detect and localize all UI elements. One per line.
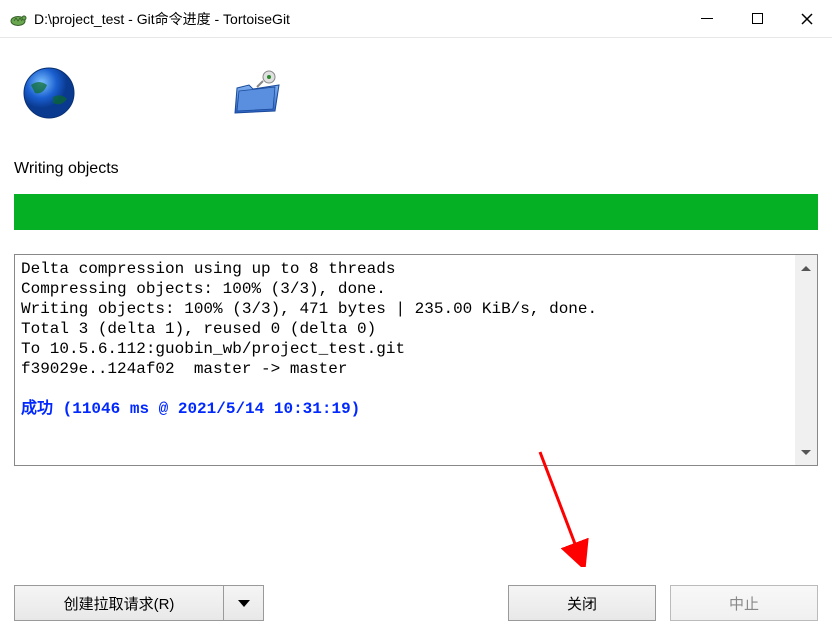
output-log: Delta compression using up to 8 threads … xyxy=(14,254,818,466)
window-controls xyxy=(682,0,832,38)
output-line: Compressing objects: 100% (3/3), done. xyxy=(21,280,386,298)
tortoise-icon xyxy=(8,9,28,29)
abort-button: 中止 xyxy=(670,585,818,621)
progress-bar xyxy=(14,194,818,230)
minimize-button[interactable] xyxy=(682,0,732,38)
window-title: D:\project_test - Git命令进度 - TortoiseGit xyxy=(34,9,682,29)
output-line: Writing objects: 100% (3/3), 471 bytes |… xyxy=(21,300,597,318)
globe-icon xyxy=(14,58,84,128)
folder-transfer-icon xyxy=(224,58,294,128)
output-line: Delta compression using up to 8 threads xyxy=(21,260,395,278)
success-detail: (11046 ms @ 2021/5/14 10:31:19) xyxy=(63,400,361,418)
output-line: f39029e..124af02 master -> master xyxy=(21,360,347,378)
output-scrollbar[interactable] xyxy=(795,255,817,465)
icon-row xyxy=(0,38,832,138)
close-button[interactable]: 关闭 xyxy=(508,585,656,621)
scroll-down-button[interactable] xyxy=(797,443,815,461)
pull-request-dropdown-button[interactable] xyxy=(224,585,264,621)
chevron-down-icon xyxy=(238,600,250,607)
titlebar: D:\project_test - Git命令进度 - TortoiseGit xyxy=(0,0,832,38)
button-row: 创建拉取请求(R) 关闭 中止 xyxy=(14,585,818,621)
output-text[interactable]: Delta compression using up to 8 threads … xyxy=(15,255,795,465)
create-pull-request-button[interactable]: 创建拉取请求(R) xyxy=(14,585,224,621)
maximize-button[interactable] xyxy=(732,0,782,38)
scroll-up-button[interactable] xyxy=(797,259,815,277)
output-line: To 10.5.6.112:guobin_wb/project_test.git xyxy=(21,340,405,358)
window-close-button[interactable] xyxy=(782,0,832,38)
output-line: Total 3 (delta 1), reused 0 (delta 0) xyxy=(21,320,376,338)
success-label: 成功 xyxy=(21,400,53,418)
status-label: Writing objects xyxy=(0,138,832,188)
